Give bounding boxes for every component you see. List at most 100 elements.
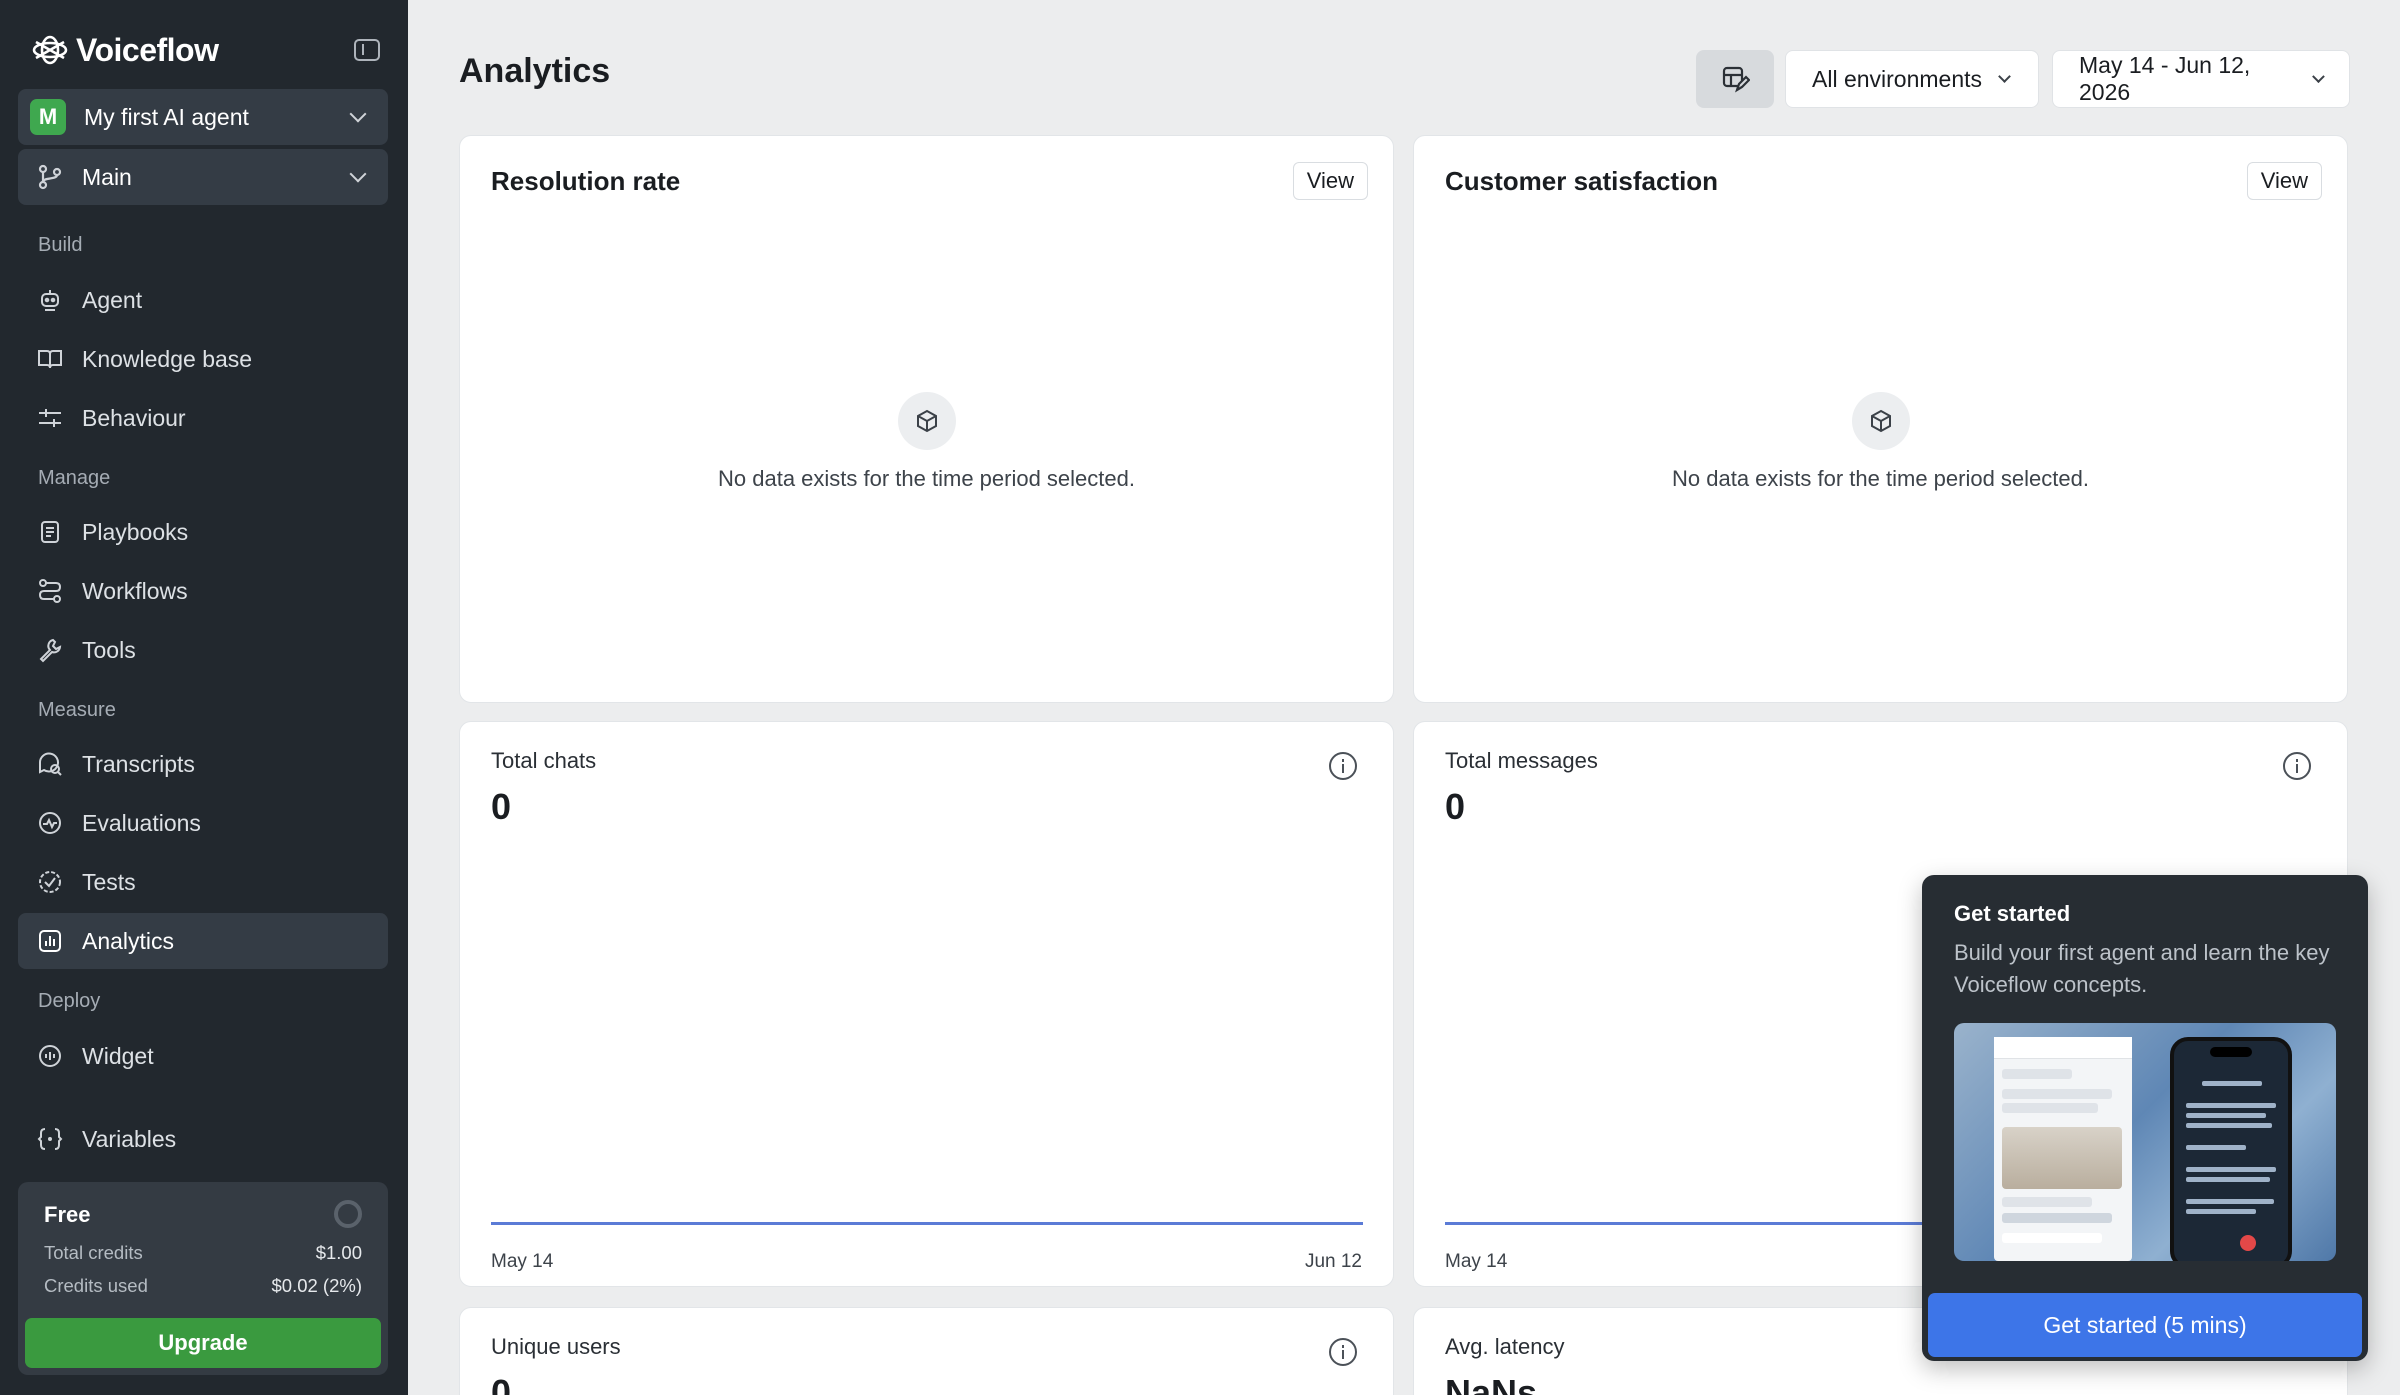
x-axis-end-label: Jun 12: [1304, 1251, 1362, 1272]
sidebar-item-agent[interactable]: Agent: [18, 272, 388, 328]
widget-icon: [39, 1045, 61, 1067]
environment-dropdown[interactable]: All environments: [1785, 50, 2039, 108]
agent-name: My first AI agent: [84, 103, 249, 130]
agent-avatar: M: [30, 99, 66, 135]
metric-label: Unique users: [491, 1334, 621, 1359]
credits-used-row: Credits used $0.02 (2%): [44, 1275, 362, 1297]
sidebar-item-label: Knowledge base: [82, 345, 253, 372]
popup-title: Get started: [1954, 901, 2071, 926]
check-badge-icon: [39, 871, 61, 893]
book-icon: [38, 350, 62, 369]
sidebar-item-label: Playbooks: [82, 518, 189, 545]
view-button[interactable]: View: [2246, 162, 2322, 200]
total-credits-value: $1.00: [315, 1242, 362, 1263]
customer-satisfaction-card: Customer satisfaction View No data exist…: [1413, 135, 2348, 703]
section-manage: Manage: [38, 467, 111, 489]
metric-label: Total messages: [1445, 748, 1598, 773]
sidebar-item-tests[interactable]: Tests: [18, 854, 388, 910]
total-credits-row: Total credits $1.00: [44, 1242, 362, 1264]
chat-search-icon: [38, 752, 62, 776]
get-started-button[interactable]: Get started (5 mins): [1928, 1293, 2362, 1357]
info-icon[interactable]: [1329, 752, 1357, 780]
view-button[interactable]: View: [1292, 162, 1368, 200]
environment-value: All environments: [1812, 65, 1983, 92]
metric-value: 0: [491, 786, 512, 827]
sidebar-item-analytics[interactable]: Analytics: [18, 913, 388, 969]
sidebar-item-label: Tools: [82, 636, 136, 663]
sidebar-item-label: Tests: [82, 868, 136, 895]
sidebar-item-label: Agent: [82, 286, 143, 313]
sidebar-item-variables[interactable]: Variables: [18, 1111, 388, 1167]
card-title: Resolution rate: [491, 166, 681, 196]
brand-name: Voiceflow: [76, 31, 219, 68]
sidebar-item-widget[interactable]: Widget: [18, 1028, 388, 1084]
pulse-icon: [39, 812, 61, 834]
unique-users-card: Unique users 0: [459, 1307, 1394, 1395]
workflow-icon: [38, 579, 62, 603]
date-range-value: May 14 - Jun 12, 2026: [2079, 52, 2251, 105]
chat-widget-mockup: [1994, 1037, 2132, 1261]
sidebar-item-label: Analytics: [82, 927, 175, 954]
chevron-down-icon: [349, 105, 367, 123]
upgrade-button[interactable]: Upgrade: [25, 1318, 381, 1368]
metric-label: Total chats: [491, 748, 597, 773]
phone-mockup: [2170, 1037, 2292, 1261]
sidebar-item-label: Behaviour: [82, 404, 186, 431]
plan-panel: Free Total credits $1.00 Credits used $0…: [18, 1182, 388, 1375]
cube-icon: [1870, 409, 1891, 433]
metric-value: 0: [1445, 786, 1466, 827]
x-axis-start-label: May 14: [491, 1251, 554, 1272]
branch-selector[interactable]: Main: [18, 149, 388, 205]
credits-used-value: $0.02 (2%): [271, 1275, 363, 1296]
sliders-icon: [39, 409, 61, 427]
metric-value: 0: [491, 1372, 512, 1395]
info-icon[interactable]: [1329, 1338, 1357, 1366]
total-credits-label: Total credits: [44, 1242, 143, 1263]
empty-state-text: No data exists for the time period selec…: [718, 466, 1135, 491]
empty-state-text: No data exists for the time period selec…: [1672, 466, 2089, 491]
collapse-sidebar-icon[interactable]: [354, 39, 380, 61]
variables-icon: [37, 1128, 63, 1150]
info-icon[interactable]: [2283, 752, 2311, 780]
chevron-down-icon: [2312, 69, 2325, 83]
x-axis-start-label: May 14: [1445, 1251, 1508, 1272]
metric-value: NaNs: [1445, 1372, 1538, 1395]
sidebar-item-label: Transcripts: [82, 750, 195, 777]
robot-icon: [41, 290, 59, 311]
sidebar-item-tools[interactable]: Tools: [18, 622, 388, 678]
sidebar-item-workflows[interactable]: Workflows: [18, 563, 388, 619]
metric-label: Avg. latency: [1445, 1334, 1565, 1359]
sidebar-item-label: Workflows: [82, 577, 188, 604]
branch-icon: [38, 164, 62, 190]
wrench-icon: [39, 638, 62, 663]
sidebar-item-evaluations[interactable]: Evaluations: [18, 795, 388, 851]
chart-icon: [39, 930, 61, 952]
chart-baseline: [491, 1222, 1363, 1225]
get-started-preview-image[interactable]: [1954, 1023, 2336, 1261]
page-title: Analytics: [459, 52, 611, 90]
sidebar-item-knowledge-base[interactable]: Knowledge base: [18, 331, 388, 387]
get-started-popup: Get started Build your first agent and l…: [1922, 875, 2368, 1361]
date-range-dropdown[interactable]: May 14 - Jun 12, 2026: [2052, 50, 2350, 108]
card-title: Customer satisfaction: [1445, 166, 1719, 196]
plan-name: Free: [44, 1202, 91, 1227]
sidebar-item-label: Evaluations: [82, 809, 201, 836]
total-chats-card: Total chats 0 May 14 Jun 12: [459, 721, 1394, 1287]
customize-dashboard-button[interactable]: [1696, 50, 1774, 108]
sidebar-item-label: Variables: [82, 1125, 177, 1152]
resolution-rate-card: Resolution rate View No data exists for …: [459, 135, 1394, 703]
empty-state-icon: [1851, 392, 1910, 450]
credits-usage-ring: [334, 1200, 362, 1228]
section-measure: Measure: [38, 699, 116, 721]
credits-used-label: Credits used: [44, 1275, 148, 1296]
sidebar-item-transcripts[interactable]: Transcripts: [18, 736, 388, 792]
empty-state-icon: [897, 392, 956, 450]
cube-icon: [916, 409, 937, 433]
voiceflow-logo[interactable]: Voiceflow: [30, 31, 219, 69]
sidebar-item-behaviour[interactable]: Behaviour: [18, 390, 388, 446]
sidebar-item-label: Widget: [82, 1042, 154, 1069]
chevron-down-icon: [349, 165, 367, 183]
chevron-down-icon: [1998, 69, 2011, 83]
sidebar-item-playbooks[interactable]: Playbooks: [18, 504, 388, 560]
agent-selector[interactable]: M My first AI agent: [18, 89, 388, 145]
